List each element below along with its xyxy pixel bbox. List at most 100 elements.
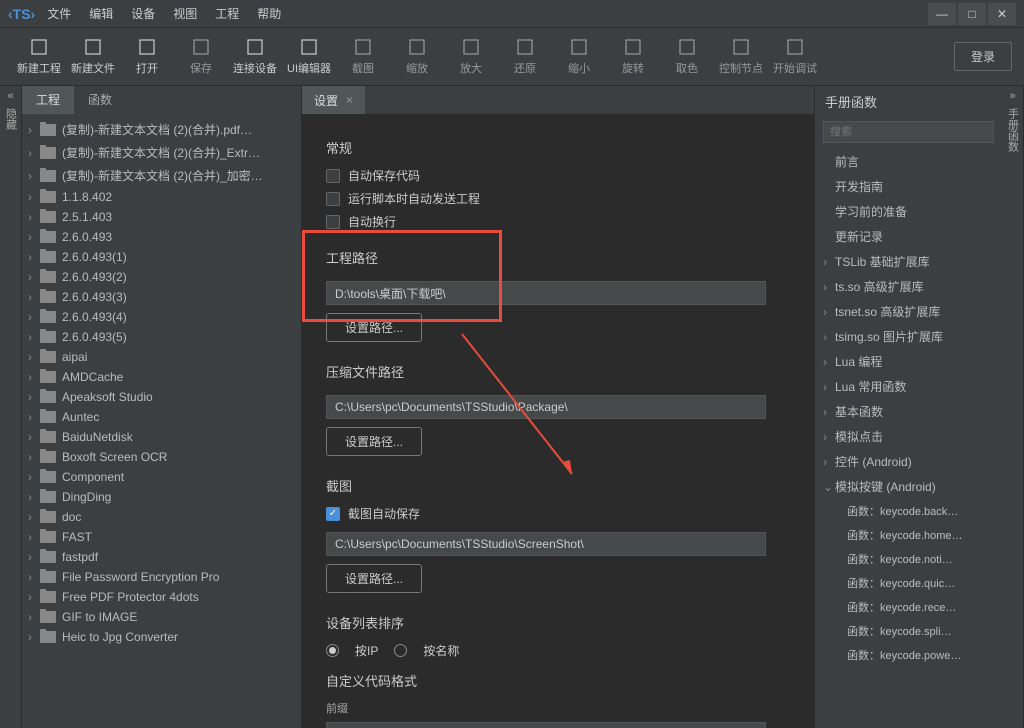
screenshot-path-input[interactable] — [326, 532, 766, 556]
manual-item[interactable]: 前言 — [815, 149, 1002, 174]
manual-item[interactable]: ›Lua 编程 — [815, 349, 1002, 374]
menu-设备[interactable]: 设备 — [131, 5, 155, 22]
menu-视图[interactable]: 视图 — [173, 5, 197, 22]
manual-item[interactable]: 函数：keycode.noti… — [815, 547, 1002, 571]
manual-item[interactable]: ⌄模拟按键 (Android) — [815, 474, 1002, 499]
manual-item[interactable]: ›基本函数 — [815, 399, 1002, 424]
tree-item[interactable]: ›FAST — [22, 527, 301, 547]
radio-sort-name[interactable] — [394, 644, 407, 657]
menu-编辑[interactable]: 编辑 — [89, 5, 113, 22]
tool-UI编辑器[interactable]: UI编辑器 — [282, 37, 336, 76]
manual-tree: 前言开发指南学习前的准备更新记录›TSLib 基础扩展库›ts.so 高级扩展库… — [815, 149, 1002, 728]
right-collapse[interactable]: » 手册函数 — [1002, 86, 1024, 728]
tree-item[interactable]: ›2.6.0.493 — [22, 227, 301, 247]
tool-icon — [515, 37, 535, 57]
tree-item[interactable]: ›Auntec — [22, 407, 301, 427]
manual-item[interactable]: 开发指南 — [815, 174, 1002, 199]
tool-新建文件[interactable]: 新建文件 — [66, 37, 120, 76]
tree-item[interactable]: ›Component — [22, 467, 301, 487]
folder-icon — [40, 191, 56, 203]
checkbox-autosend[interactable] — [326, 192, 340, 206]
tree-item[interactable]: ›GIF to IMAGE — [22, 607, 301, 627]
manual-item[interactable]: ›tsnet.so 高级扩展库 — [815, 299, 1002, 324]
tool-连接设备[interactable]: 连接设备 — [228, 37, 282, 76]
tool-icon — [785, 37, 805, 57]
tree-item[interactable]: ›doc — [22, 507, 301, 527]
left-tab-工程[interactable]: 工程 — [22, 86, 74, 114]
folder-icon — [40, 611, 56, 623]
prefix-input[interactable] — [326, 722, 766, 728]
close-button[interactable]: ✕ — [988, 3, 1016, 25]
tool-icon — [407, 37, 427, 57]
tree-item[interactable]: ›Boxoft Screen OCR — [22, 447, 301, 467]
tree-item[interactable]: ›AMDCache — [22, 367, 301, 387]
tree-item[interactable]: ›Apeaksoft Studio — [22, 387, 301, 407]
project-path-input[interactable] — [326, 281, 766, 305]
tree-item[interactable]: ›2.6.0.493(4) — [22, 307, 301, 327]
chevron-right-icon: › — [28, 390, 40, 404]
checkbox-autowrap[interactable] — [326, 215, 340, 229]
checkbox-autosave[interactable] — [326, 169, 340, 183]
tree-item[interactable]: ›File Password Encryption Pro — [22, 567, 301, 587]
menu-工程[interactable]: 工程 — [215, 5, 239, 22]
manual-item[interactable]: 函数：keycode.home… — [815, 523, 1002, 547]
package-path-input[interactable] — [326, 395, 766, 419]
tree-item[interactable]: ›2.6.0.493(2) — [22, 267, 301, 287]
tree-item[interactable]: ›2.6.0.493(1) — [22, 247, 301, 267]
tree-item[interactable]: ›Heic to Jpg Converter — [22, 627, 301, 647]
search-input[interactable] — [823, 121, 994, 143]
manual-item[interactable]: ›Lua 常用函数 — [815, 374, 1002, 399]
set-screenshot-path-button[interactable]: 设置路径... — [326, 564, 422, 593]
tree-item[interactable]: ›aipai — [22, 347, 301, 367]
manual-item[interactable]: 函数：keycode.quic… — [815, 571, 1002, 595]
folder-icon — [40, 511, 56, 523]
manual-item[interactable]: ›控件 (Android) — [815, 449, 1002, 474]
manual-item[interactable]: ›tsimg.so 图片扩展库 — [815, 324, 1002, 349]
menu-帮助[interactable]: 帮助 — [257, 5, 281, 22]
left-tab-函数[interactable]: 函数 — [74, 86, 126, 114]
tree-item[interactable]: ›(复制)-新建文本文档 (2)(合并)_加密… — [22, 164, 301, 187]
manual-item[interactable]: ›ts.so 高级扩展库 — [815, 274, 1002, 299]
manual-item[interactable]: 函数：keycode.spli… — [815, 619, 1002, 643]
left-collapse[interactable]: « 隐藏 — [0, 86, 22, 728]
tree-item[interactable]: ›BaiduNetdisk — [22, 427, 301, 447]
chevron-right-icon: › — [28, 310, 40, 324]
checkbox-screenshot-autosave[interactable]: ✓ — [326, 507, 340, 521]
manual-item[interactable]: 更新记录 — [815, 224, 1002, 249]
manual-item[interactable]: 函数：keycode.powe… — [815, 643, 1002, 667]
tree-item[interactable]: ›fastpdf — [22, 547, 301, 567]
tree-item[interactable]: ›2.6.0.493(3) — [22, 287, 301, 307]
folder-icon — [40, 551, 56, 563]
tool-icon — [245, 37, 265, 57]
set-package-path-button[interactable]: 设置路径... — [326, 427, 422, 456]
folder-icon — [40, 231, 56, 243]
manual-item[interactable]: 函数：keycode.rece… — [815, 595, 1002, 619]
chevron-icon: › — [823, 455, 835, 469]
tree-item[interactable]: ›Free PDF Protector 4dots — [22, 587, 301, 607]
chevron-icon: › — [823, 405, 835, 419]
tree-item[interactable]: ›DingDing — [22, 487, 301, 507]
tool-打开[interactable]: 打开 — [120, 37, 174, 76]
menu-文件[interactable]: 文件 — [47, 5, 71, 22]
close-icon[interactable]: × — [346, 93, 353, 107]
tree-item[interactable]: ›2.6.0.493(5) — [22, 327, 301, 347]
folder-icon — [40, 431, 56, 443]
minimize-button[interactable]: — — [928, 3, 956, 25]
folder-icon — [40, 531, 56, 543]
manual-item[interactable]: ›模拟点击 — [815, 424, 1002, 449]
manual-item[interactable]: 函数：keycode.back… — [815, 499, 1002, 523]
tree-item[interactable]: ›2.5.1.403 — [22, 207, 301, 227]
tree-item[interactable]: ›1.1.8.402 — [22, 187, 301, 207]
tool-icon — [137, 37, 157, 57]
radio-sort-ip[interactable] — [326, 644, 339, 657]
tab-settings[interactable]: 设置 × — [302, 86, 365, 114]
manual-item[interactable]: 学习前的准备 — [815, 199, 1002, 224]
tool-新建工程[interactable]: 新建工程 — [12, 37, 66, 76]
tree-item[interactable]: ›(复制)-新建文本文档 (2)(合并)_Extr… — [22, 141, 301, 164]
maximize-button[interactable]: □ — [958, 3, 986, 25]
manual-item[interactable]: ›TSLib 基础扩展库 — [815, 249, 1002, 274]
set-project-path-button[interactable]: 设置路径... — [326, 313, 422, 342]
chevron-right-icon: › — [28, 146, 40, 160]
tree-item[interactable]: ›(复制)-新建文本文档 (2)(合并).pdf… — [22, 118, 301, 141]
login-button[interactable]: 登录 — [954, 42, 1012, 71]
